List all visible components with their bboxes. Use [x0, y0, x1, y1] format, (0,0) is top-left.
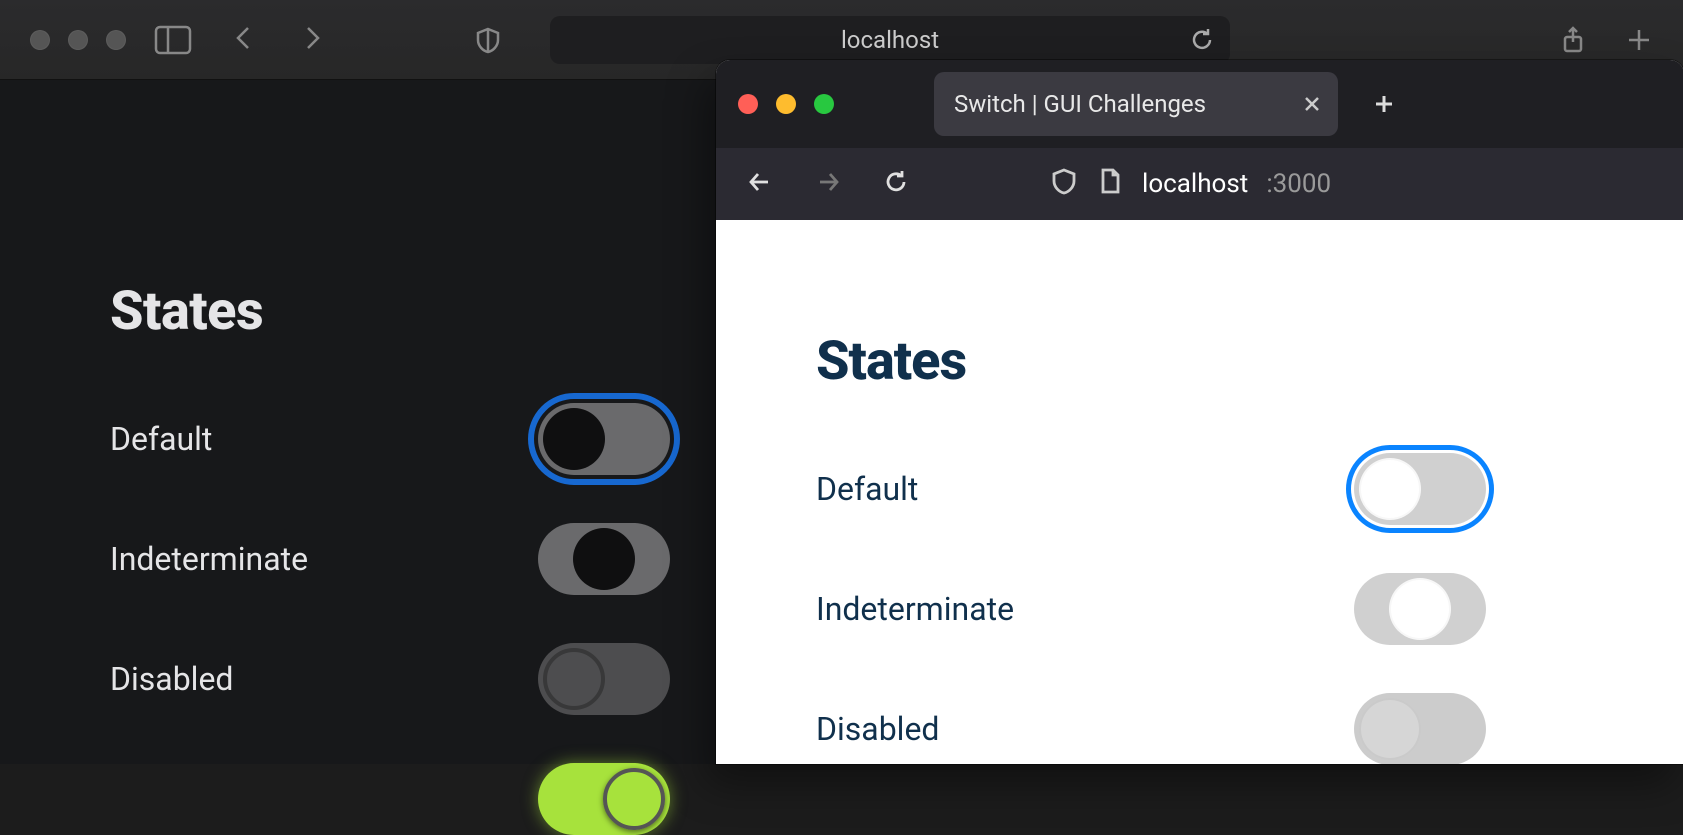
safari-nav-group	[230, 24, 326, 56]
firefox-traffic-lights	[738, 94, 834, 114]
firefox-window: Switch | GUI Challenges localhost :3000 S…	[716, 60, 1683, 764]
reload-icon[interactable]	[1188, 26, 1216, 54]
privacy-shield-icon[interactable]	[474, 26, 502, 54]
document-icon	[1096, 167, 1124, 202]
firefox-address-host: localhost	[1142, 169, 1248, 199]
firefox-address-port: :3000	[1266, 169, 1331, 199]
switch-row-default-dark: Default	[110, 403, 670, 475]
switch-row-checked-dark: placeholder	[110, 763, 670, 835]
switch-disabled	[1354, 693, 1486, 764]
switch-row-indeterminate-dark: Indeterminate	[110, 523, 670, 595]
share-icon[interactable]	[1559, 26, 1587, 54]
back-icon[interactable]	[230, 24, 258, 56]
switch-indeterminate[interactable]	[1354, 573, 1486, 645]
switch-default[interactable]	[538, 403, 670, 475]
switch-checked[interactable]	[538, 763, 670, 835]
firefox-traffic-minimize[interactable]	[776, 94, 796, 114]
back-icon[interactable]	[746, 168, 774, 200]
reload-icon[interactable]	[882, 168, 910, 200]
firefox-navbar: localhost :3000	[716, 148, 1683, 220]
switch-label: Disabled	[816, 710, 939, 748]
close-icon[interactable]	[1302, 94, 1322, 114]
safari-traffic-lights	[30, 30, 126, 50]
switch-row-default-light: Default	[816, 453, 1486, 525]
firefox-tab-title: Switch | GUI Challenges	[954, 90, 1206, 118]
safari-traffic-zoom[interactable]	[106, 30, 126, 50]
switch-indeterminate[interactable]	[538, 523, 670, 595]
switch-label: Indeterminate	[110, 540, 308, 578]
shield-icon[interactable]	[1050, 167, 1078, 202]
states-heading-light: States	[816, 330, 1683, 393]
new-tab-icon[interactable]	[1625, 26, 1653, 54]
switch-default[interactable]	[1354, 453, 1486, 525]
firefox-tabstrip: Switch | GUI Challenges	[716, 60, 1683, 148]
firefox-tab[interactable]: Switch | GUI Challenges	[934, 72, 1338, 136]
safari-traffic-close[interactable]	[30, 30, 50, 50]
firefox-traffic-close[interactable]	[738, 94, 758, 114]
switch-row-disabled-light: Disabled	[816, 693, 1486, 764]
sidebar-toggle-icon[interactable]	[154, 25, 192, 55]
forward-icon[interactable]	[814, 168, 842, 200]
firefox-address-bar[interactable]: localhost :3000	[1050, 167, 1654, 202]
forward-icon[interactable]	[298, 24, 326, 56]
switch-label: Disabled	[110, 660, 233, 698]
safari-address-text: localhost	[841, 26, 939, 54]
firefox-traffic-zoom[interactable]	[814, 94, 834, 114]
new-tab-icon[interactable]	[1370, 90, 1398, 118]
safari-address-bar[interactable]: localhost	[550, 16, 1230, 64]
switch-row-indeterminate-light: Indeterminate	[816, 573, 1486, 645]
switch-disabled	[538, 643, 670, 715]
safari-traffic-minimize[interactable]	[68, 30, 88, 50]
switch-label: Default	[110, 420, 212, 458]
switch-label: Default	[816, 470, 918, 508]
switch-row-disabled-dark: Disabled	[110, 643, 670, 715]
firefox-content: States Default Indeterminate Disabled	[716, 220, 1683, 764]
switch-label: Indeterminate	[816, 590, 1014, 628]
